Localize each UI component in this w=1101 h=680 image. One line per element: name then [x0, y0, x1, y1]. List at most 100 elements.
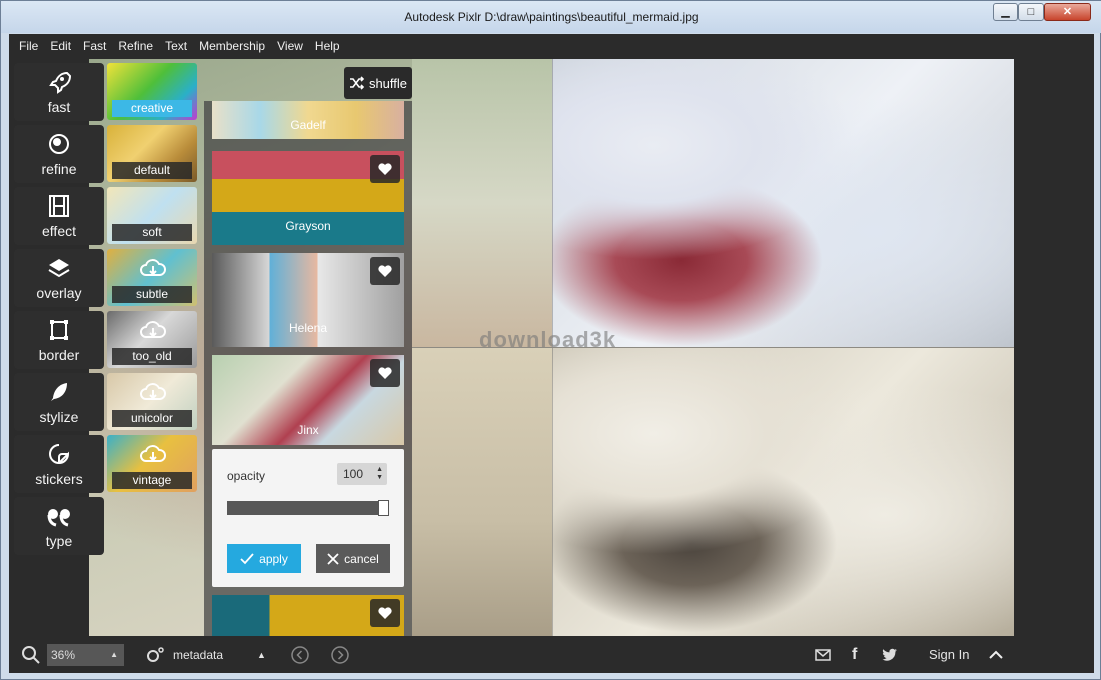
menu-help[interactable]: Help — [309, 34, 346, 59]
search-icon[interactable] — [21, 645, 41, 665]
menu-edit[interactable]: Edit — [44, 34, 77, 59]
cancel-button[interactable]: cancel — [316, 544, 390, 573]
caret-up-icon[interactable]: ▲ — [257, 636, 266, 673]
favorite-button[interactable] — [370, 155, 400, 183]
heart-icon — [378, 607, 392, 619]
tool-label: fast — [47, 99, 71, 115]
close-icon — [327, 552, 339, 565]
filter-jinx[interactable]: Jinx — [212, 355, 404, 445]
filter-label: Jinx — [297, 423, 319, 437]
preset-soft[interactable]: soft — [107, 187, 197, 244]
menu-text[interactable]: Text — [159, 34, 193, 59]
next-arrow-icon[interactable] — [330, 636, 350, 673]
photo-preview-filtered[interactable] — [552, 347, 1014, 636]
sticker-icon — [49, 444, 70, 464]
watermark: download3k — [479, 327, 617, 352]
filter-label: Grayson — [285, 219, 331, 233]
tool-type[interactable]: type — [14, 497, 104, 555]
filter-label: Gadelf — [290, 118, 326, 132]
shuffle-icon — [349, 76, 365, 90]
favorite-button[interactable] — [370, 257, 400, 285]
email-icon[interactable] — [815, 636, 831, 673]
favorite-button[interactable] — [370, 359, 400, 387]
filter-label: Helena — [288, 321, 328, 335]
menu-view[interactable]: View — [271, 34, 309, 59]
opacity-panel: opacity 100 ▲ ▼ apply cancel — [212, 449, 404, 587]
sign-in-link[interactable]: Sign In — [929, 636, 969, 673]
minimize-button[interactable]: ▁ — [993, 3, 1018, 21]
menu-refine[interactable]: Refine — [112, 34, 159, 59]
tool-stickers[interactable]: stickers — [14, 435, 104, 493]
heart-icon — [378, 265, 392, 277]
tool-effect[interactable]: effect — [14, 187, 104, 245]
opacity-value: 100 — [343, 467, 364, 481]
maximize-button[interactable]: □ — [1018, 3, 1044, 21]
tool-fast[interactable]: fast — [14, 63, 104, 121]
app-window: Autodesk Pixlr D:\draw\paintings\beautif… — [0, 0, 1101, 680]
tool-border[interactable]: border — [14, 311, 104, 369]
cloud-download-icon — [140, 321, 166, 338]
border-icon — [50, 320, 68, 340]
tool-stylize[interactable]: stylize — [14, 373, 104, 431]
filter-next[interactable] — [212, 595, 404, 636]
twitter-icon[interactable] — [882, 636, 898, 673]
preset-label: soft — [112, 224, 192, 241]
opacity-slider-handle[interactable] — [378, 500, 389, 516]
filter-helena[interactable]: Helena — [212, 253, 404, 347]
preset-too-old[interactable]: too_old — [107, 311, 197, 368]
opacity-slider[interactable] — [227, 500, 389, 516]
preset-label: unicolor — [112, 410, 192, 427]
menu-file[interactable]: File — [13, 34, 44, 59]
favorite-button[interactable] — [370, 599, 400, 627]
heart-icon — [378, 367, 392, 379]
tool-refine[interactable]: refine — [14, 125, 104, 183]
tool-label: overlay — [36, 285, 82, 301]
opacity-label: opacity — [227, 469, 266, 483]
preset-vintage[interactable]: vintage — [107, 435, 197, 492]
tool-overlay[interactable]: overlay — [14, 249, 104, 307]
preset-label: subtle — [112, 286, 192, 303]
caret-up-icon: ▲ — [110, 650, 118, 659]
filter-grayson[interactable]: Grayson — [212, 151, 404, 245]
apply-label: apply — [259, 551, 288, 566]
title-bar: Autodesk Pixlr D:\draw\paintings\beautif… — [1, 1, 1101, 33]
cloud-download-icon — [140, 259, 166, 276]
preset-creative[interactable]: creative — [107, 63, 197, 120]
menu-fast[interactable]: Fast — [77, 34, 112, 59]
preset-subtle[interactable]: subtle — [107, 249, 197, 306]
menu-membership[interactable]: Membership — [193, 34, 271, 59]
cancel-label: cancel — [344, 551, 379, 566]
preset-label: too_old — [112, 348, 192, 365]
preset-label: creative — [112, 100, 192, 117]
metadata-toggle[interactable]: metadata — [145, 636, 223, 673]
apply-button[interactable]: apply — [227, 544, 301, 573]
filter-panel: Gadelf Grayson Helena Jinx opacity 100 ▲… — [204, 101, 412, 636]
status-bar: 36% ▲ metadata ▲ f Sign In — [9, 636, 1094, 673]
tool-label: refine — [41, 161, 77, 177]
preset-unicolor[interactable]: unicolor — [107, 373, 197, 430]
zoom-select[interactable]: 36% ▲ — [47, 644, 124, 666]
metadata-label: metadata — [173, 647, 224, 662]
zoom-value: 36% — [51, 648, 76, 662]
checkmark-icon — [240, 552, 254, 564]
workspace: download3k fast refine effect overlay bo… — [9, 59, 1094, 636]
preset-label: default — [112, 162, 192, 179]
preset-default[interactable]: default — [107, 125, 197, 182]
previous-arrow-icon[interactable] — [290, 636, 310, 673]
close-button[interactable]: ✕ — [1044, 3, 1091, 21]
photo-preview-bottom-left — [412, 347, 552, 636]
photo-preview-original[interactable] — [552, 59, 1014, 347]
opacity-stepper[interactable]: 100 ▲ ▼ — [337, 463, 387, 485]
filter-gadelf[interactable]: Gadelf — [212, 101, 404, 139]
shuffle-button[interactable]: shuffle — [344, 67, 412, 99]
window-title: Autodesk Pixlr D:\draw\paintings\beautif… — [404, 10, 699, 24]
chevron-up-icon[interactable] — [989, 636, 1003, 673]
photo-preview-top-left — [412, 59, 552, 347]
tool-label: border — [38, 347, 80, 363]
heart-icon — [378, 163, 392, 175]
spinner-arrows-icon[interactable]: ▲ ▼ — [376, 466, 383, 482]
cloud-download-icon — [140, 445, 166, 462]
facebook-icon[interactable]: f — [852, 636, 857, 673]
tool-label: stickers — [35, 471, 83, 487]
preset-label: vintage — [112, 472, 192, 489]
